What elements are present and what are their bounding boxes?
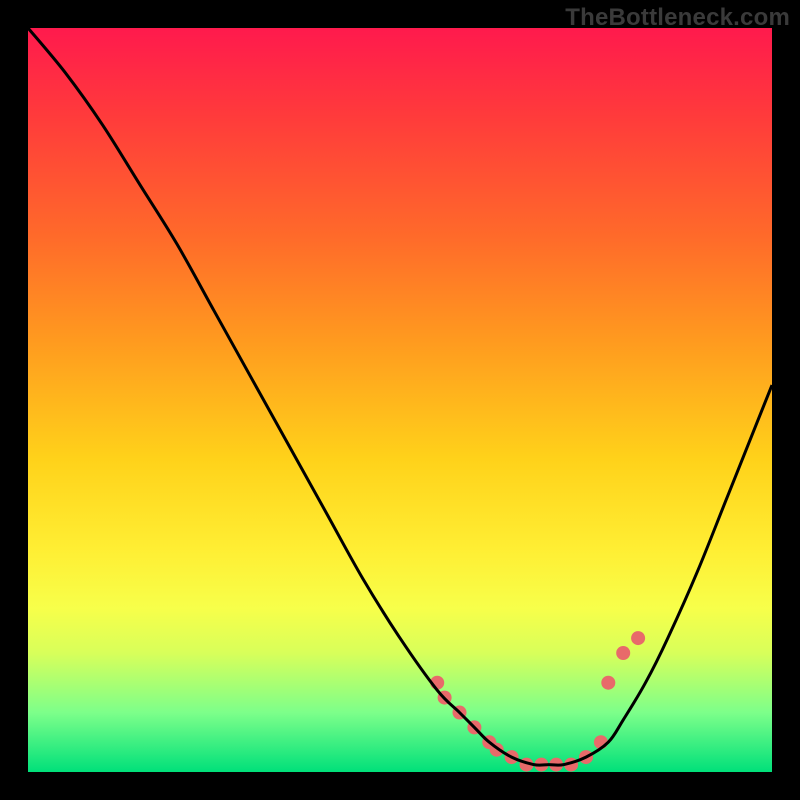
data-marker xyxy=(631,631,645,645)
bottleneck-curve xyxy=(28,28,772,765)
outer-frame: TheBottleneck.com xyxy=(0,0,800,800)
data-markers xyxy=(430,631,645,772)
data-marker xyxy=(616,646,630,660)
data-marker xyxy=(601,676,615,690)
chart-svg xyxy=(28,28,772,772)
